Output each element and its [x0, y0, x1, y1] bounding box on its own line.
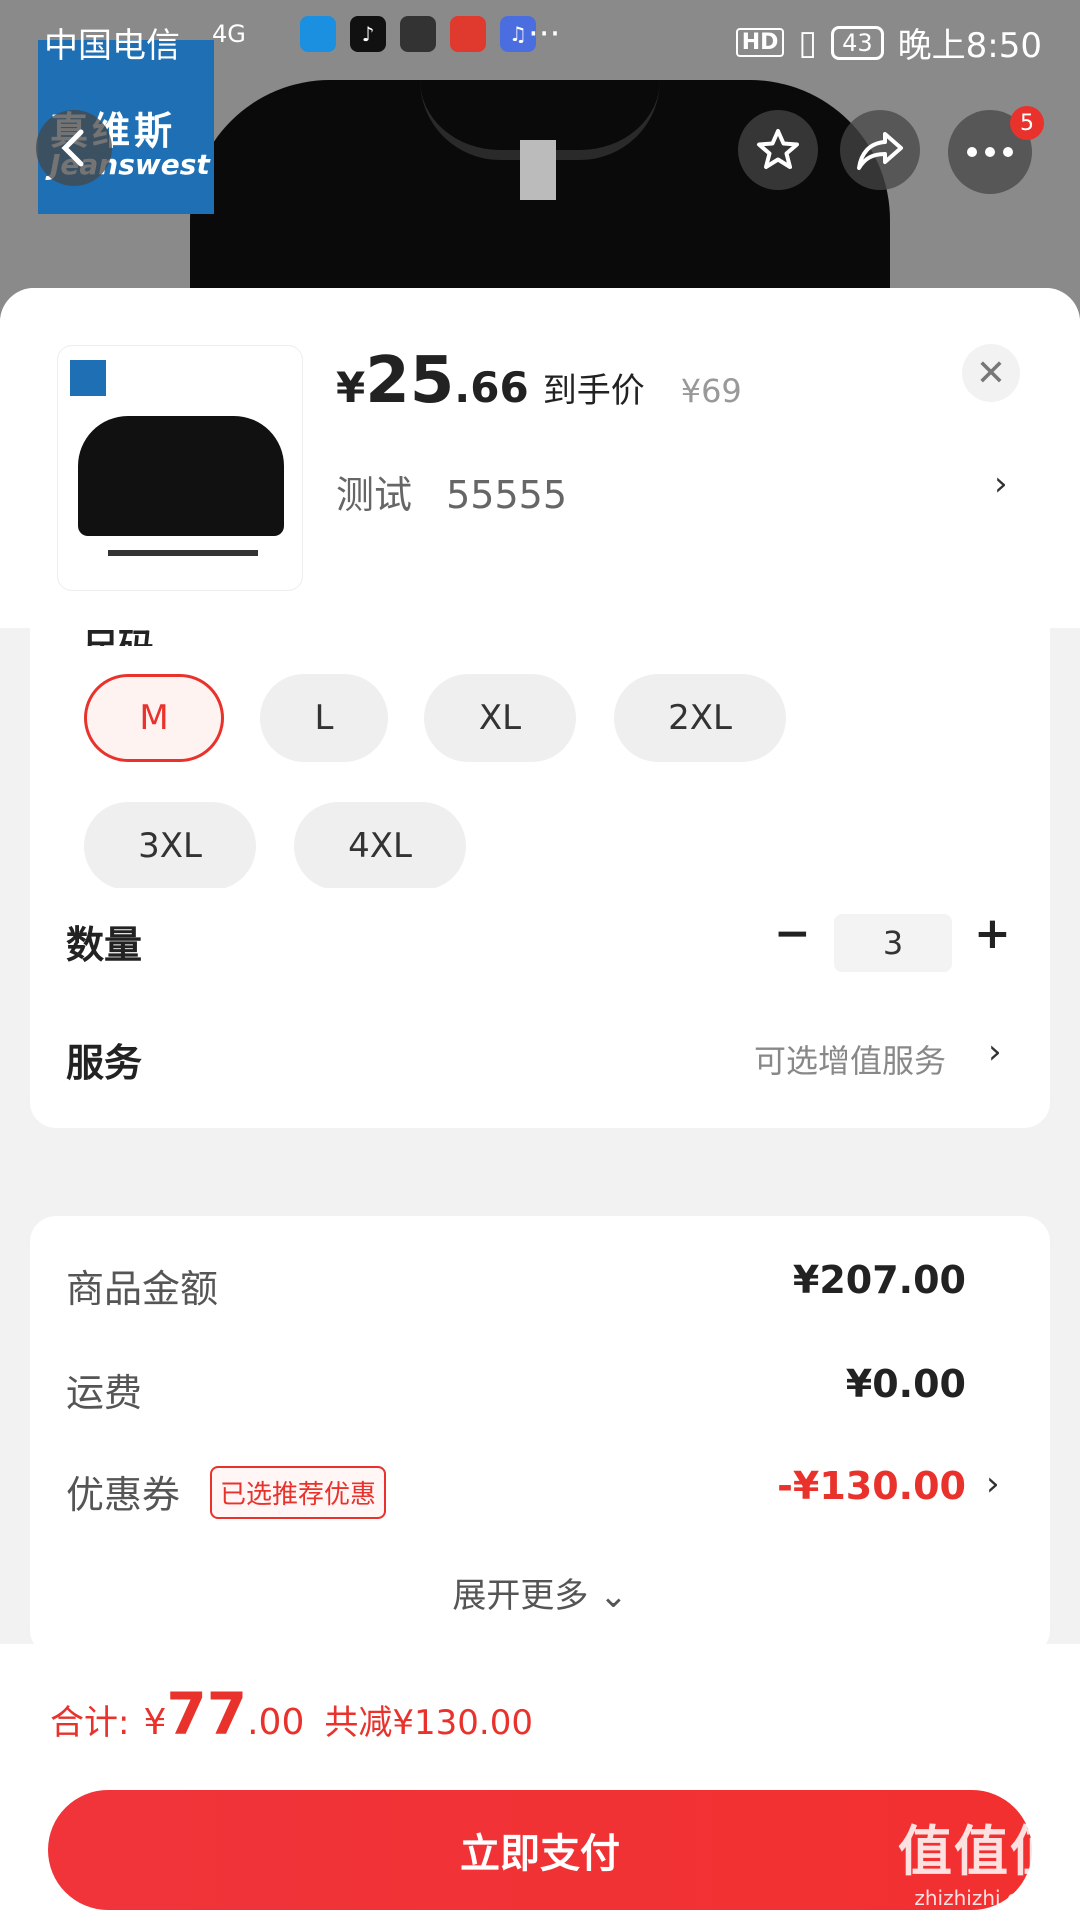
- variant-value: 55555: [446, 473, 567, 517]
- quantity-service-card: 数量 − 3 + 服务 可选增值服务 ›: [30, 888, 1050, 1128]
- thumbnail-caption: [108, 550, 258, 556]
- battery-icon: 43: [831, 25, 884, 60]
- status-bar: 中国电信 4G ♪ ♫ ··· HD ▯ 43 晚上8:50: [0, 0, 1080, 76]
- order-summary-card: 商品金额 ¥207.00 运费 ¥0.00 优惠券 已选推荐优惠 -¥130.0…: [30, 1216, 1050, 1656]
- notification-badge: 5: [1010, 106, 1044, 140]
- size-option-l[interactable]: L: [260, 674, 388, 762]
- total-currency: ¥: [143, 1702, 167, 1743]
- browser-app-icon: [300, 16, 336, 52]
- coupon-tag: 已选推荐优惠: [210, 1466, 387, 1519]
- more-dots-icon: [967, 147, 1013, 157]
- size-option-4xl[interactable]: 4XL: [294, 802, 466, 890]
- price-decimal: .66: [454, 363, 529, 412]
- goods-amount-value: ¥207.00: [792, 1258, 966, 1302]
- selected-variant[interactable]: 测试 55555: [336, 464, 567, 519]
- total-label: 合计:: [50, 1703, 130, 1743]
- watermark-url: zhizhizhi.com: [914, 1886, 1050, 1910]
- carrier-label: 中国电信: [44, 26, 180, 66]
- original-price: ¥69: [680, 372, 742, 410]
- total-saved: 共减¥130.00: [324, 1703, 533, 1743]
- watermark: 值值值 zhizhizhi.com: [898, 1807, 1066, 1910]
- huawei-app-icon: [400, 16, 436, 52]
- back-arrow-icon: [61, 129, 84, 167]
- zhi-app-icon: [450, 16, 486, 52]
- favorite-button[interactable]: [738, 110, 818, 190]
- coupon-label: 优惠券: [66, 1473, 181, 1517]
- close-button[interactable]: ✕: [962, 344, 1020, 402]
- chevron-right-icon[interactable]: ›: [994, 464, 1008, 504]
- watermark-logo: 值值值: [898, 1820, 1066, 1883]
- price-label: 到手价: [542, 371, 645, 411]
- coupon-chevron-icon[interactable]: ›: [986, 1464, 1000, 1504]
- sheet-header: ¥ 25 .66 到手价 ¥69 测试 55555 › ✕: [0, 288, 1080, 628]
- size-option-2xl[interactable]: 2XL: [614, 674, 786, 762]
- expand-more-label: 展开更多: [452, 1576, 589, 1616]
- size-option-3xl[interactable]: 3XL: [84, 802, 256, 890]
- product-thumbnail[interactable]: [58, 346, 302, 590]
- network-icon: 4G: [212, 20, 246, 48]
- sku-selection-sheet: ¥ 25 .66 到手价 ¥69 测试 55555 › ✕ 尺码 M L XL …: [0, 288, 1080, 1920]
- share-icon: [857, 132, 903, 170]
- size-option-xl[interactable]: XL: [424, 674, 576, 762]
- price-row: ¥ 25 .66 到手价 ¥69: [336, 344, 742, 418]
- shipping-label: 运费: [66, 1371, 143, 1415]
- quantity-input[interactable]: 3: [834, 914, 952, 972]
- shirt-tag: [520, 140, 556, 200]
- clock: 晚上8:50: [897, 26, 1042, 66]
- thumbnail-brand-logo: [70, 360, 106, 396]
- total-integer: 77: [166, 1680, 248, 1748]
- quantity-label: 数量: [66, 923, 143, 967]
- vibrate-icon: ▯: [798, 22, 818, 63]
- hd-icon: HD: [735, 28, 785, 57]
- more-notifications-icon: ···: [528, 14, 561, 54]
- service-hint[interactable]: 可选增值服务: [754, 1036, 946, 1082]
- back-button[interactable]: [36, 110, 112, 186]
- shipping-value: ¥0.00: [845, 1362, 966, 1406]
- quantity-minus-button[interactable]: −: [774, 908, 811, 959]
- chevron-down-icon: ⌄: [599, 1576, 628, 1616]
- service-label: 服务: [66, 1041, 143, 1085]
- service-chevron-icon[interactable]: ›: [988, 1032, 1002, 1072]
- share-button[interactable]: [840, 110, 920, 190]
- total-price: 合计: ¥ 77 .00 共减¥130.00: [50, 1680, 533, 1748]
- star-icon: [757, 129, 799, 169]
- quantity-plus-button[interactable]: +: [974, 908, 1011, 959]
- size-section-title: 尺码: [82, 618, 154, 646]
- pay-now-button[interactable]: 立即支付: [48, 1790, 1032, 1910]
- close-icon: ✕: [975, 352, 1007, 394]
- checkout-footer: 合计: ¥ 77 .00 共减¥130.00 立即支付 值值值 zhizhizh…: [0, 1644, 1080, 1920]
- tiktok-app-icon: ♪: [350, 16, 386, 52]
- size-option-m[interactable]: M: [84, 674, 224, 762]
- price-currency: ¥: [336, 363, 366, 412]
- total-decimal: .00: [247, 1702, 305, 1743]
- notification-app-icons: ♪ ♫: [300, 16, 536, 52]
- expand-more-button[interactable]: 展开更多 ⌄: [30, 1568, 1050, 1617]
- price-integer: 25: [365, 344, 455, 418]
- goods-amount-label: 商品金额: [66, 1267, 219, 1311]
- thumbnail-shirt-image: [78, 416, 284, 536]
- coupon-value[interactable]: -¥130.00: [777, 1464, 966, 1508]
- variant-name: 测试: [336, 473, 413, 517]
